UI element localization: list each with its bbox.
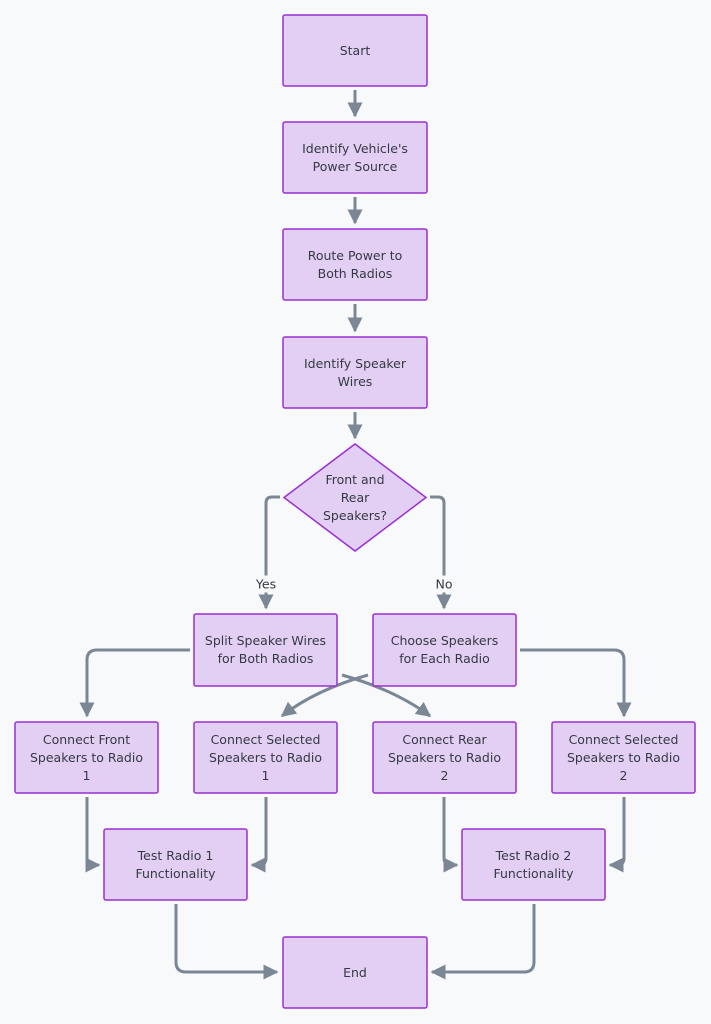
node-label-front: Connect Front Speakers to Radio 1 <box>30 731 143 783</box>
node-label-choose: Choose Speakers for Each Radio <box>390 633 499 666</box>
edge-choose-to-sel2 <box>520 648 632 718</box>
edge-split-to-front <box>79 648 190 718</box>
node-label-start: Start <box>339 42 371 58</box>
node-label-route: Route Power to Both Radios <box>307 247 403 281</box>
edge-test1-to-end <box>174 904 279 980</box>
node-label-test1: Test Radio 1 Functionality <box>135 847 216 881</box>
edge-test2-to-end <box>430 904 536 980</box>
edge-rear-to-test2 <box>442 797 459 873</box>
node-label-sel1: Connect Selected Speakers to Radio 1 <box>209 731 322 783</box>
node-label-test2: Test Radio 2 Functionality <box>493 847 574 881</box>
edge-front-to-test1 <box>85 797 101 873</box>
edge-sel1-to-test1 <box>250 797 268 873</box>
edge-sel2-to-test2 <box>608 797 626 873</box>
node-label-rear: Connect Rear Speakers to Radio 2 <box>388 731 501 783</box>
node-label-end: End <box>343 964 367 980</box>
node-label-decision: Front and Rear Speakers? <box>323 471 387 523</box>
edge-label-yes: Yes <box>253 575 279 593</box>
node-label-wires: Identify Speaker Wires <box>303 355 406 389</box>
edge-label-no: No <box>433 575 455 593</box>
node-label-sel2: Connect Selected Speakers to Radio 2 <box>567 731 680 783</box>
node-label-split: Split Speaker Wires for Both Radios <box>204 633 327 666</box>
node-label-power: Identify Vehicle's Power Source <box>302 140 408 174</box>
